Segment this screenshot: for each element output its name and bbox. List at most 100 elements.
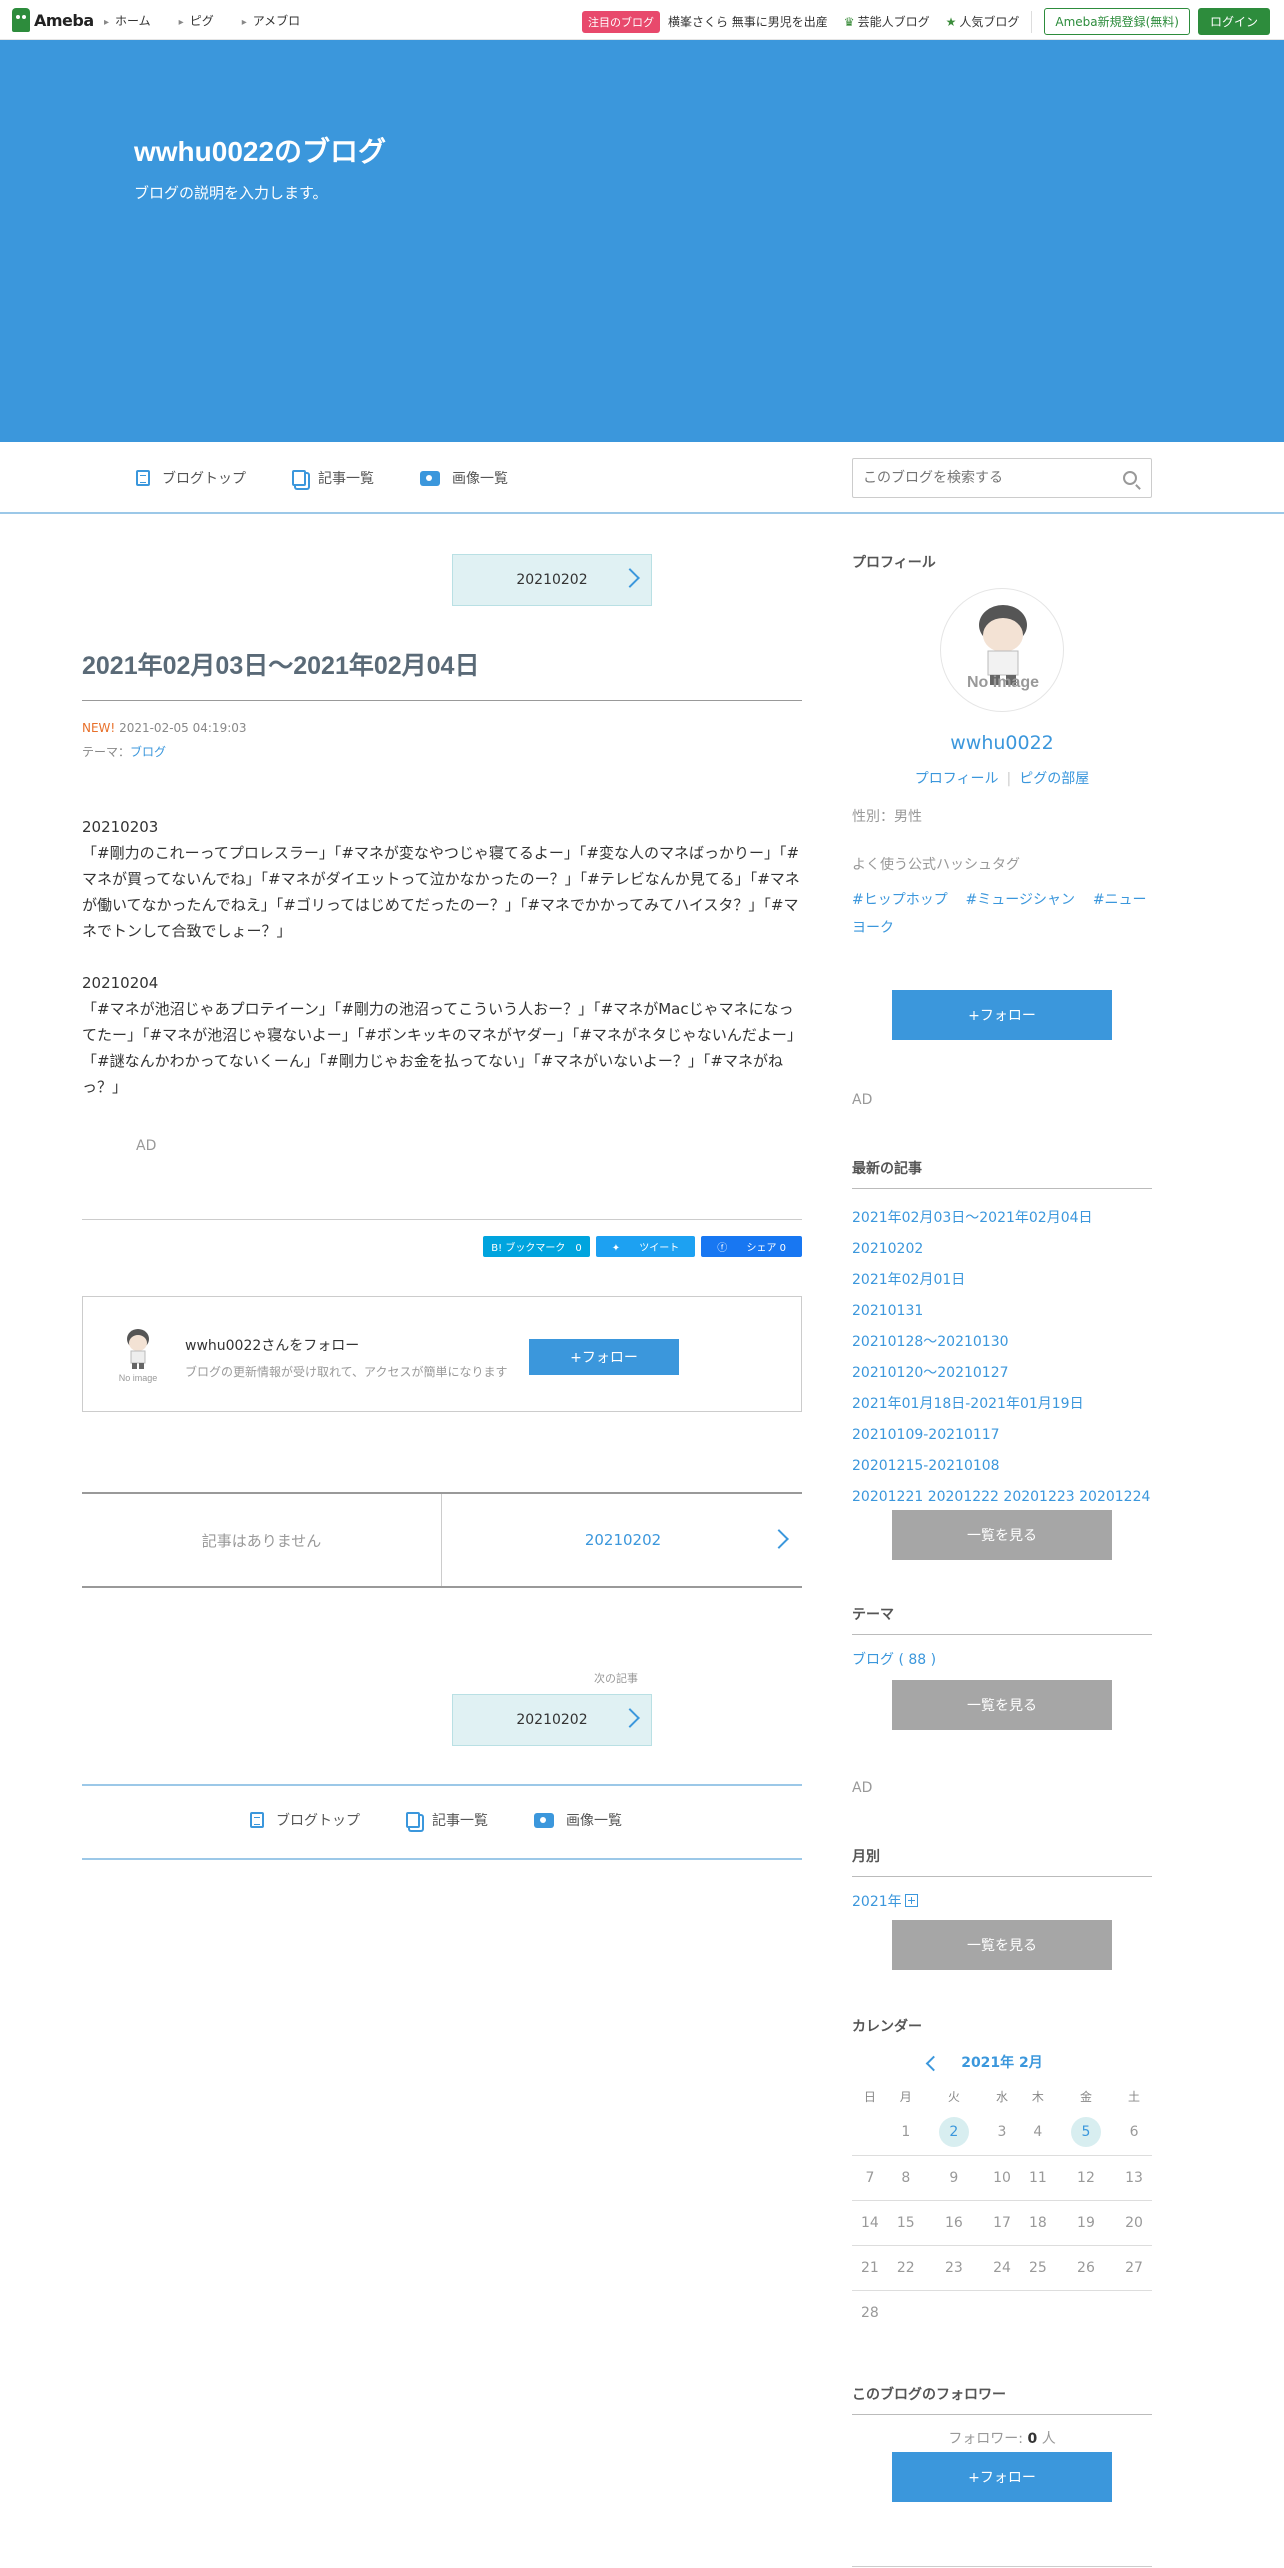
copy-icon xyxy=(406,1812,420,1828)
profile-link[interactable]: プロフィール xyxy=(915,771,999,787)
chevron-right-icon xyxy=(620,568,640,588)
recent-article-link[interactable]: 20210109-20210117 xyxy=(852,1420,1152,1451)
sidebar-ad-label: AD xyxy=(852,1092,873,1108)
recent-article-link[interactable]: 20210131 xyxy=(852,1296,1152,1327)
avatar-icon: No image xyxy=(119,1329,157,1383)
attention-link[interactable]: 横峯さくら 無事に男児を出産 xyxy=(668,13,828,30)
calendar-day: 7 xyxy=(852,2155,888,2201)
calendar-day: 15 xyxy=(887,2200,924,2246)
profile-avatar[interactable]: No image xyxy=(940,588,1064,712)
recent-article-link[interactable]: 2021年01月18日-2021年01月19日 xyxy=(852,1389,1152,1420)
expand-plus-icon[interactable] xyxy=(904,1894,918,1907)
follow-card-title: wwhu0022さんをフォロー xyxy=(185,1338,360,1354)
theme-heading: テーマ xyxy=(852,1604,1152,1635)
top-nav-home[interactable]: ホーム xyxy=(104,12,151,29)
theme-section: テーマ ブログ ( 88 ) xyxy=(852,1604,1152,1669)
copy-icon xyxy=(292,470,306,486)
hatena-bookmark-button[interactable]: B! ブックマーク 0 xyxy=(483,1236,590,1257)
theme-see-all-button[interactable]: 一覧を見る xyxy=(892,1680,1112,1730)
calendar-week: 28 xyxy=(852,2290,1152,2335)
ameba-logo[interactable]: Ameba xyxy=(12,8,94,32)
prev-article: 記事はありません xyxy=(82,1494,442,1586)
chevron-left-icon[interactable] xyxy=(925,2055,942,2072)
calendar-day[interactable]: 2 xyxy=(923,2110,985,2156)
monthly-section: 月別 2021年 xyxy=(852,1846,1152,1911)
facebook-share-button[interactable]: ⓕ シェア 0 xyxy=(701,1236,802,1257)
search-icon[interactable] xyxy=(1123,471,1137,485)
bottom-nav-image-list[interactable]: 画像一覧 xyxy=(534,1810,622,1830)
theme-label: テーマ： xyxy=(82,745,131,759)
recent-article-link[interactable]: 20201215-20210108 xyxy=(852,1451,1152,1482)
calendar-day: 22 xyxy=(887,2245,924,2291)
avatar: No image xyxy=(113,1325,163,1389)
sidebar-follow-button[interactable]: +フォロー xyxy=(892,990,1112,1040)
pig-room-link[interactable]: ピグの部屋 xyxy=(1019,771,1089,787)
monthly-item-label: 2021年 xyxy=(852,1894,902,1910)
calendar-day[interactable]: 5 xyxy=(1055,2110,1117,2156)
article-title[interactable]: 2021年02月03日～2021年02月04日 xyxy=(82,646,802,701)
top-next-article[interactable]: 20210202 xyxy=(452,554,652,606)
recent-see-all-button[interactable]: 一覧を見る xyxy=(892,1510,1112,1560)
divider xyxy=(1031,10,1033,33)
calendar-day: 18 xyxy=(1019,2200,1056,2246)
profile-name[interactable]: wwhu0022 xyxy=(852,732,1152,754)
monthly-item[interactable]: 2021年 xyxy=(852,1891,1152,1911)
calendar-week: 7 8 9 10 11 12 13 xyxy=(852,2155,1152,2201)
calendar-day: 17 xyxy=(984,2200,1020,2246)
document-icon xyxy=(136,470,150,486)
nav-blog-top[interactable]: ブログトップ xyxy=(136,468,246,488)
calendar-day-highlight[interactable]: 2 xyxy=(938,2117,969,2148)
sidebar-bottom-divider xyxy=(852,2566,1152,2567)
monthly-heading: 月別 xyxy=(852,1846,1152,1877)
hashtag-link[interactable]: #ミュージシャン xyxy=(966,892,1075,908)
top-nav-ameblo[interactable]: アメブロ xyxy=(242,12,300,29)
theme-link[interactable]: ブログ xyxy=(130,745,166,759)
calendar-day: 4 xyxy=(1019,2110,1056,2156)
bottom-next-article-label: 20210202 xyxy=(516,1712,588,1728)
article-datetime: 2021-02-05 04:19:03 xyxy=(119,721,247,735)
popular-blog-label: 人気ブログ xyxy=(959,15,1020,29)
calendar-day: 19 xyxy=(1055,2200,1117,2246)
next-article[interactable]: 20210202 xyxy=(444,1494,802,1586)
bottom-next-article[interactable]: 20210202 xyxy=(452,1694,652,1746)
nav-image-list-label: 画像一覧 xyxy=(452,471,508,487)
followers-follow-button[interactable]: +フォロー xyxy=(892,2452,1112,2502)
para2-text: 「#マネが池沼じゃあプロテイーン」「#剛力の池沼ってこういう人おー？」「#マネが… xyxy=(82,1000,802,1096)
recent-article-link[interactable]: 2021年02月03日～2021年02月04日 xyxy=(852,1203,1152,1234)
register-button[interactable]: Ameba新規登録(無料) xyxy=(1044,8,1190,35)
recent-article-link[interactable]: 20210120～20210127 xyxy=(852,1358,1152,1389)
recent-article-link[interactable]: 2021年02月01日 xyxy=(852,1265,1152,1296)
search-input[interactable] xyxy=(853,459,1103,497)
nav-article-list[interactable]: 記事一覧 xyxy=(292,468,374,488)
monthly-see-all-button[interactable]: 一覧を見る xyxy=(892,1920,1112,1970)
bottom-nav-blog-top[interactable]: ブログトップ xyxy=(250,1810,360,1830)
follow-card-subtitle: ブログの更新情報が受け取れて、アクセスが簡単になります xyxy=(185,1365,508,1379)
top-next-article-label: 20210202 xyxy=(516,572,588,588)
calendar-month: 2021年 2月 xyxy=(852,2052,1152,2072)
calendar-day: 13 xyxy=(1116,2155,1152,2201)
recent-articles-list: 2021年02月03日～2021年02月04日 20210202 2021年02… xyxy=(852,1203,1152,1513)
nav-image-list[interactable]: 画像一覧 xyxy=(420,468,508,488)
calendar-week: 14 15 16 17 18 19 20 xyxy=(852,2200,1152,2246)
celeb-blog-link[interactable]: ♛ 芸能人ブログ xyxy=(844,13,930,30)
top-nav-pig[interactable]: ピグ xyxy=(179,12,214,29)
calendar-day: 28 xyxy=(861,2304,879,2321)
recent-article-link[interactable]: 20201221 20201222 20201223 20201224 xyxy=(852,1482,1152,1513)
followers-number: 0 xyxy=(1027,2431,1038,2447)
bottom-nav-article-list[interactable]: 記事一覧 xyxy=(406,1810,488,1830)
share-divider xyxy=(82,1219,802,1220)
popular-blog-link[interactable]: ★ 人気ブログ xyxy=(946,13,1020,30)
calendar-day: 20 xyxy=(1116,2200,1152,2246)
hashtag-link[interactable]: #ヒップホップ xyxy=(852,892,948,908)
facebook-icon: ⓕ xyxy=(717,1243,731,1254)
follow-button[interactable]: +フォロー xyxy=(529,1339,679,1375)
calendar-day-highlight[interactable]: 5 xyxy=(1070,2117,1101,2148)
profile-links: プロフィール | ピグの部屋 xyxy=(914,771,1090,787)
theme-item-link[interactable]: ブログ ( 88 ) xyxy=(852,1649,1152,1669)
blog-title[interactable]: wwhu0022のブログ xyxy=(134,130,386,170)
tweet-button[interactable]: ✦ ツイート xyxy=(595,1236,696,1257)
recent-article-link[interactable]: 20210202 xyxy=(852,1234,1152,1265)
followers-unit: 人 xyxy=(1041,2431,1056,2447)
recent-article-link[interactable]: 20210128～20210130 xyxy=(852,1327,1152,1358)
login-button[interactable]: ログイン xyxy=(1197,8,1270,35)
